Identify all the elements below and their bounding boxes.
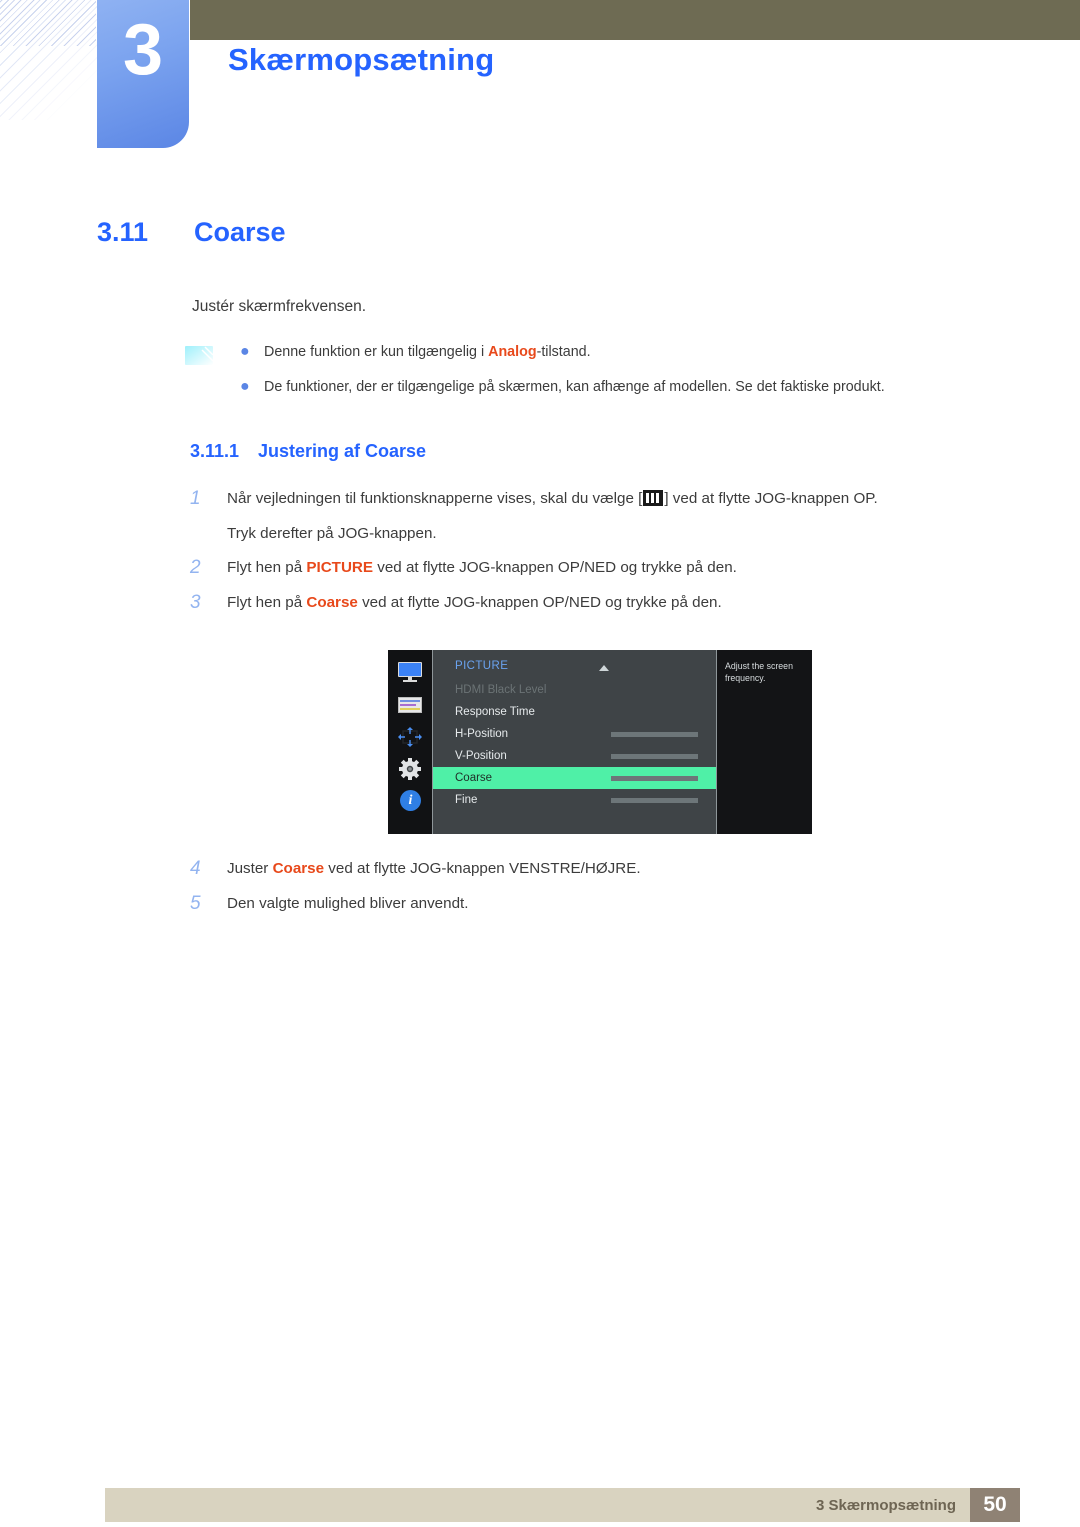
notes-list: ● Denne funktion er kun tilgængelig i An… (236, 342, 1026, 412)
menu-icon (643, 490, 664, 506)
osd-row-label: Response Time (455, 706, 535, 718)
osd-main-panel: PICTURE HDMI Black Level Response Time F… (432, 650, 757, 834)
screen-adjust-icon[interactable] (397, 726, 423, 748)
osd-row-label: V-Position (455, 750, 507, 762)
note-item: ● Denne funktion er kun tilgængelig i An… (236, 342, 1026, 362)
step-text: Juster Coarse ved at flytte JOG-knappen … (227, 860, 641, 877)
section-title: Coarse (194, 217, 286, 247)
steps-list-after: 4 Juster Coarse ved at flytte JOG-knappe… (190, 856, 1020, 926)
osd-row-label: HDMI Black Level (455, 684, 547, 696)
osd-row-label: Fine (455, 794, 478, 806)
osd-row-label: Coarse (455, 772, 493, 784)
osd-row-v-position[interactable]: V-Position 50 (433, 745, 757, 767)
step-text: Flyt hen på PICTURE ved at flytte JOG-kn… (227, 559, 737, 576)
section-number: 3.11 (97, 217, 149, 247)
osd-settings-icon[interactable] (397, 694, 423, 716)
step-item: 4 Juster Coarse ved at flytte JOG-knappe… (190, 856, 1020, 882)
page-number: 50 (970, 1488, 1020, 1522)
subsection-title: Justering af Coarse (258, 441, 427, 461)
steps-list: 1 Når vejledningen til funktionsknappern… (190, 486, 1020, 625)
subsection-heading: 3.11.1 Justering af Coarse (190, 441, 426, 462)
step-item: 1 Når vejledningen til funktionsknappern… (190, 486, 1020, 512)
osd-row-coarse[interactable]: Coarse 2200 (433, 767, 757, 789)
osd-rows: HDMI Black Level Response Time Faster H-… (433, 679, 757, 811)
step-number: 4 (190, 858, 201, 879)
step-continuation: Tryk derefter på JOG-knappen. (227, 525, 437, 542)
step-text: Når vejledningen til funktionsknapperne … (227, 490, 878, 507)
chapter-number-block: 3 (97, 0, 189, 148)
osd-row-hdmi-black-level[interactable]: HDMI Black Level (433, 679, 716, 701)
osd-row-h-position[interactable]: H-Position 50 (433, 723, 757, 745)
note-text: De funktioner, der er tilgængelige på sk… (264, 379, 885, 395)
note-icon (183, 344, 217, 368)
osd-help-panel: Adjust the screen frequency. (716, 650, 812, 834)
footer-bar: 3 Skærmopsætning (105, 1488, 970, 1522)
chapter-title: Skærmopsætning (228, 42, 495, 77)
step-item: 5 Den valgte mulighed bliver anvendt. (190, 891, 1020, 917)
osd-help-text: Adjust the screen frequency. (725, 661, 793, 683)
page: 3 Skærmopsætning 3.11 Coarse Justér skær… (0, 0, 1080, 1527)
step-number: 3 (190, 592, 201, 613)
scroll-up-icon[interactable] (599, 665, 609, 671)
osd-slider[interactable] (611, 798, 698, 803)
header-olive-bar (190, 0, 1080, 40)
step-number: 2 (190, 557, 201, 578)
gear-icon[interactable] (397, 758, 423, 780)
note-text: Denne funktion er kun tilgængelig i Anal… (264, 344, 591, 360)
chapter-number: 3 (122, 10, 164, 90)
osd-sidebar: i (388, 650, 432, 834)
step-number: 1 (190, 488, 201, 509)
section-intro: Justér skærmfrekvensen. (192, 298, 366, 315)
osd-title: PICTURE (455, 660, 509, 672)
step-text: Flyt hen på Coarse ved at flytte JOG-kna… (227, 594, 722, 611)
osd-row-response-time[interactable]: Response Time Faster (433, 701, 757, 723)
footer-text: 3 Skærmopsætning (815, 1496, 956, 1514)
bullet-dot-icon: ● (240, 343, 250, 360)
monitor-icon[interactable] (397, 662, 423, 684)
step-item: 3 Flyt hen på Coarse ved at flytte JOG-k… (190, 590, 1020, 616)
osd-slider[interactable] (611, 732, 698, 737)
step-number: 5 (190, 893, 201, 914)
section-heading: 3.11 Coarse (97, 217, 286, 248)
bullet-dot-icon: ● (240, 378, 250, 395)
osd-slider[interactable] (611, 776, 698, 781)
info-icon[interactable]: i (397, 790, 423, 812)
osd-row-fine[interactable]: Fine 0 (433, 789, 757, 811)
note-item: ● De funktioner, der er tilgængelige på … (236, 377, 1026, 397)
step-item: 2 Flyt hen på PICTURE ved at flytte JOG-… (190, 555, 1020, 581)
step-text: Den valgte mulighed bliver anvendt. (227, 895, 469, 912)
osd-menu-screenshot: i PICTURE HDMI Black Level Response Time… (388, 650, 812, 834)
subsection-number: 3.11.1 (190, 441, 240, 461)
osd-slider[interactable] (611, 754, 698, 759)
osd-row-label: H-Position (455, 728, 509, 740)
